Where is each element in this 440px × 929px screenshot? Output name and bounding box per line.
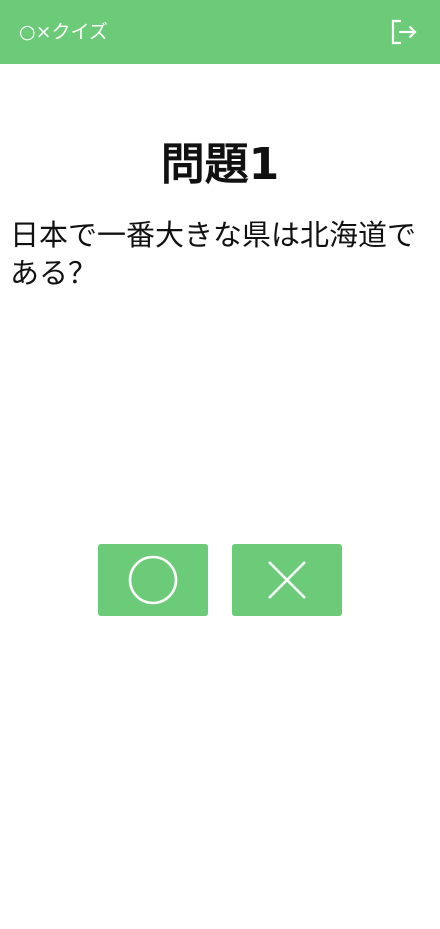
app-header: ○×クイズ [0,0,440,64]
logout-icon [391,19,417,45]
question-text: 日本で一番大きな県は北海道である？ [10,218,417,290]
answer-true-button[interactable] [98,544,208,616]
question-title: 問題1 [160,139,280,190]
circle-icon [128,555,178,605]
answer-false-button[interactable] [232,544,342,616]
app-title: ○×クイズ [19,21,108,43]
logout-button[interactable] [388,17,420,47]
cross-icon [268,561,306,599]
